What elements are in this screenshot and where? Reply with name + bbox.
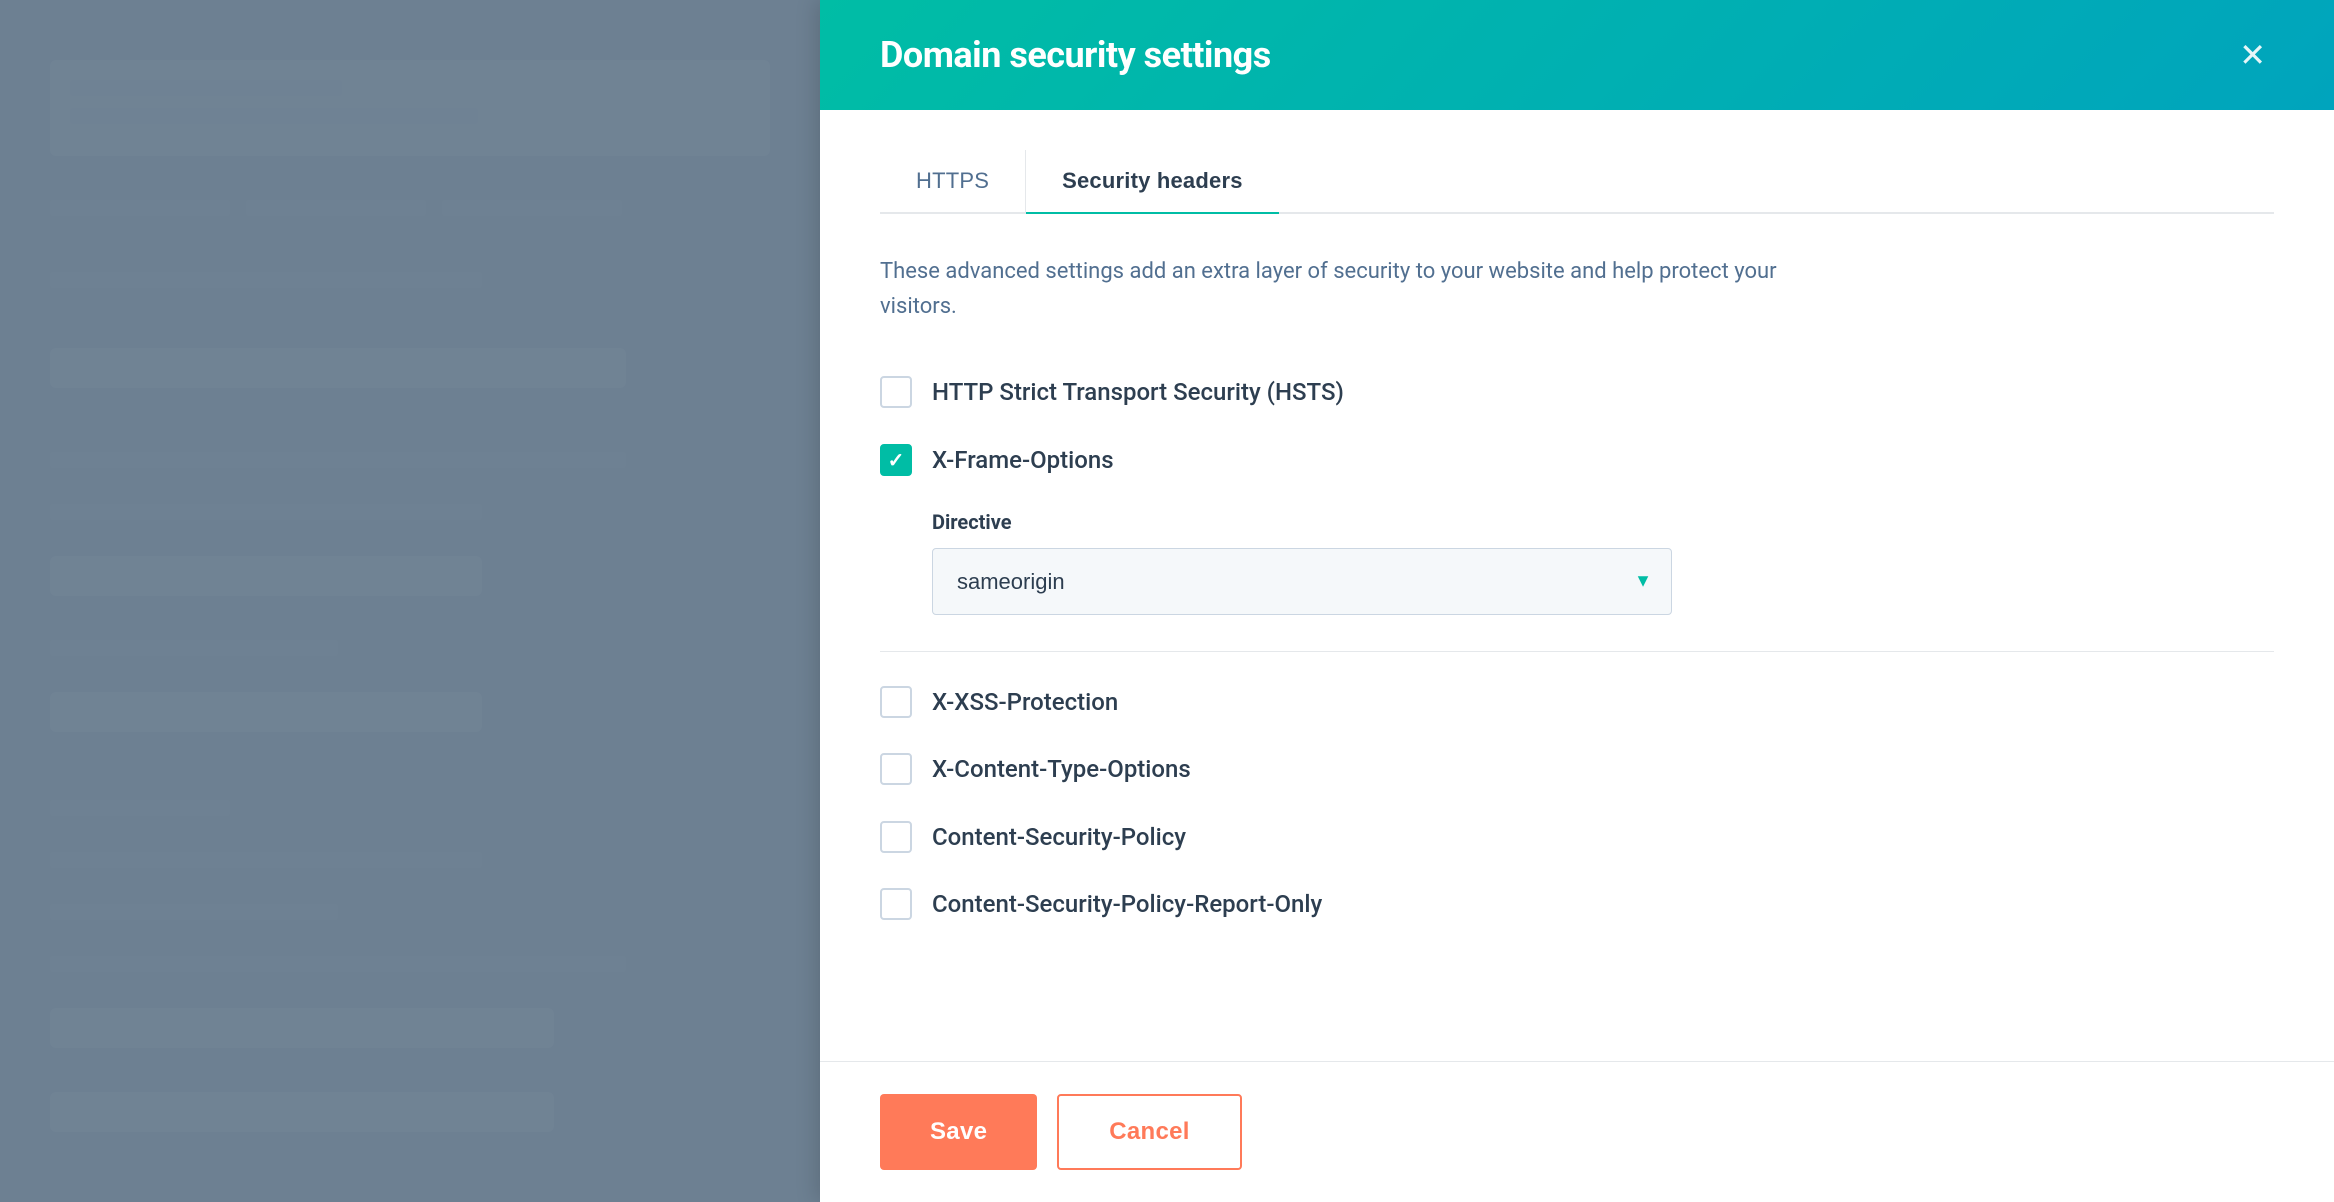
checkbox-csp-label: Content-Security-Policy xyxy=(932,819,1186,855)
checkbox-xcontent[interactable] xyxy=(880,753,912,785)
directive-select[interactable]: sameorigin deny allowfrom xyxy=(932,548,1672,615)
checkbox-xcontent-wrapper[interactable] xyxy=(880,753,912,785)
directive-select-wrapper: sameorigin deny allowfrom ▼ xyxy=(932,548,1672,615)
checkbox-hsts[interactable] xyxy=(880,376,912,408)
modal-header: Domain security settings ✕ xyxy=(820,0,2334,110)
checkbox-xxss[interactable] xyxy=(880,686,912,718)
modal-body: HTTPS Security headers These advanced se… xyxy=(820,110,2334,1061)
checkbox-hsts-label: HTTP Strict Transport Security (HSTS) xyxy=(932,374,1344,410)
checkbox-item-csp: Content-Security-Policy xyxy=(880,819,2274,855)
checkbox-xframe[interactable]: ✓ xyxy=(880,444,912,476)
close-button[interactable]: ✕ xyxy=(2231,31,2274,79)
checkbox-item-xcontent: X-Content-Type-Options xyxy=(880,751,2274,787)
modal-title: Domain security settings xyxy=(880,34,1271,76)
directive-section: Directive sameorigin deny allowfrom ▼ xyxy=(932,510,2274,615)
tab-https[interactable]: HTTPS xyxy=(880,150,1026,212)
checkbox-item-hsts: HTTP Strict Transport Security (HSTS) xyxy=(880,374,2274,410)
checkbox-xframe-wrapper[interactable]: ✓ xyxy=(880,444,912,476)
checkbox-csp-report-wrapper[interactable] xyxy=(880,888,912,920)
description-text: These advanced settings add an extra lay… xyxy=(880,254,1780,324)
checkbox-csp-report-label: Content-Security-Policy-Report-Only xyxy=(932,886,1322,922)
modal-footer: Save Cancel xyxy=(820,1061,2334,1202)
checkmark-icon: ✓ xyxy=(888,450,905,470)
background-blur xyxy=(0,0,820,1202)
checkbox-xxss-wrapper[interactable] xyxy=(880,686,912,718)
cancel-button[interactable]: Cancel xyxy=(1057,1094,1242,1170)
checkbox-hsts-wrapper[interactable] xyxy=(880,376,912,408)
close-icon: ✕ xyxy=(2239,39,2266,71)
tab-security-headers[interactable]: Security headers xyxy=(1026,150,1279,212)
checkbox-xxss-label: X-XSS-Protection xyxy=(932,684,1118,720)
save-button[interactable]: Save xyxy=(880,1094,1037,1170)
checkbox-csp-wrapper[interactable] xyxy=(880,821,912,853)
section-divider xyxy=(880,651,2274,652)
checkbox-csp[interactable] xyxy=(880,821,912,853)
tabs-container: HTTPS Security headers xyxy=(880,150,2274,214)
checkbox-xframe-label: X-Frame-Options xyxy=(932,442,1114,478)
checkbox-item-xxss: X-XSS-Protection xyxy=(880,684,2274,720)
checkbox-csp-report[interactable] xyxy=(880,888,912,920)
checkbox-xcontent-label: X-Content-Type-Options xyxy=(932,751,1191,787)
directive-label: Directive xyxy=(932,510,2274,534)
checkbox-item-xframe: ✓ X-Frame-Options xyxy=(880,442,2274,478)
checkbox-item-csp-report: Content-Security-Policy-Report-Only xyxy=(880,886,2274,922)
modal-panel: Domain security settings ✕ HTTPS Securit… xyxy=(820,0,2334,1202)
